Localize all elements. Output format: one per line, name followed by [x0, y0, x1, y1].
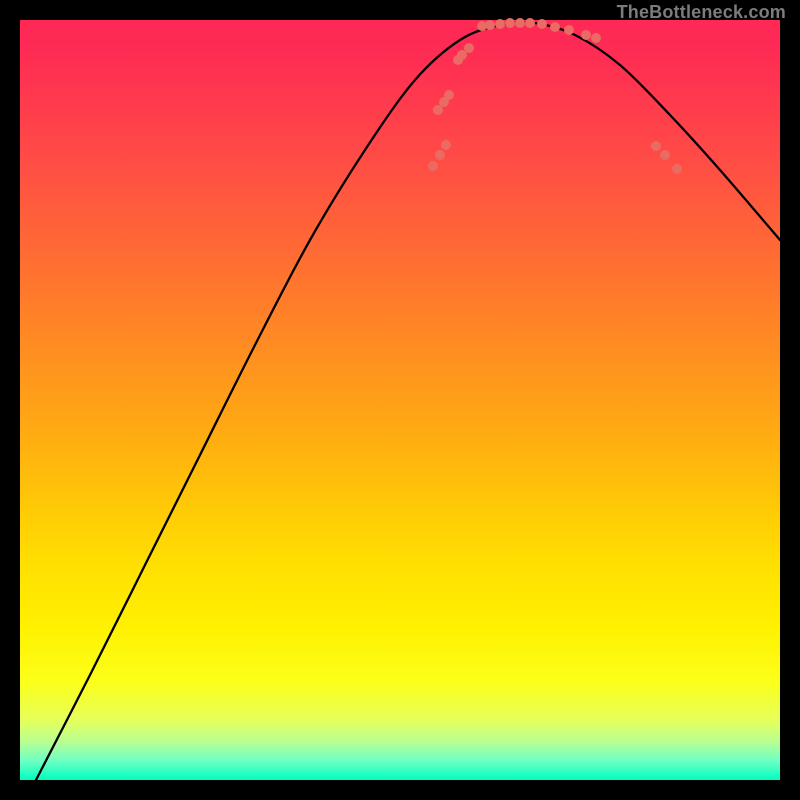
curve-marker [485, 20, 495, 30]
curve-marker [581, 30, 591, 40]
curve-marker [525, 18, 535, 28]
curve-marker [464, 43, 474, 53]
bottleneck-curve [36, 22, 780, 780]
curve-marker [441, 140, 451, 150]
curve-marker [672, 164, 682, 174]
curve-marker [651, 141, 661, 151]
chart-svg [20, 20, 780, 780]
curve-marker [515, 18, 525, 28]
curve-marker [428, 161, 438, 171]
curve-marker [550, 22, 560, 32]
curve-marker [444, 90, 454, 100]
curve-markers [428, 18, 682, 174]
curve-marker [505, 18, 515, 28]
chart-stage: TheBottleneck.com [0, 0, 800, 800]
curve-marker [591, 33, 601, 43]
curve-marker [435, 150, 445, 160]
curve-marker [564, 25, 574, 35]
curve-marker [537, 19, 547, 29]
curve-marker [660, 150, 670, 160]
curve-marker [495, 19, 505, 29]
plot-area [20, 20, 780, 780]
curve-marker [433, 105, 443, 115]
